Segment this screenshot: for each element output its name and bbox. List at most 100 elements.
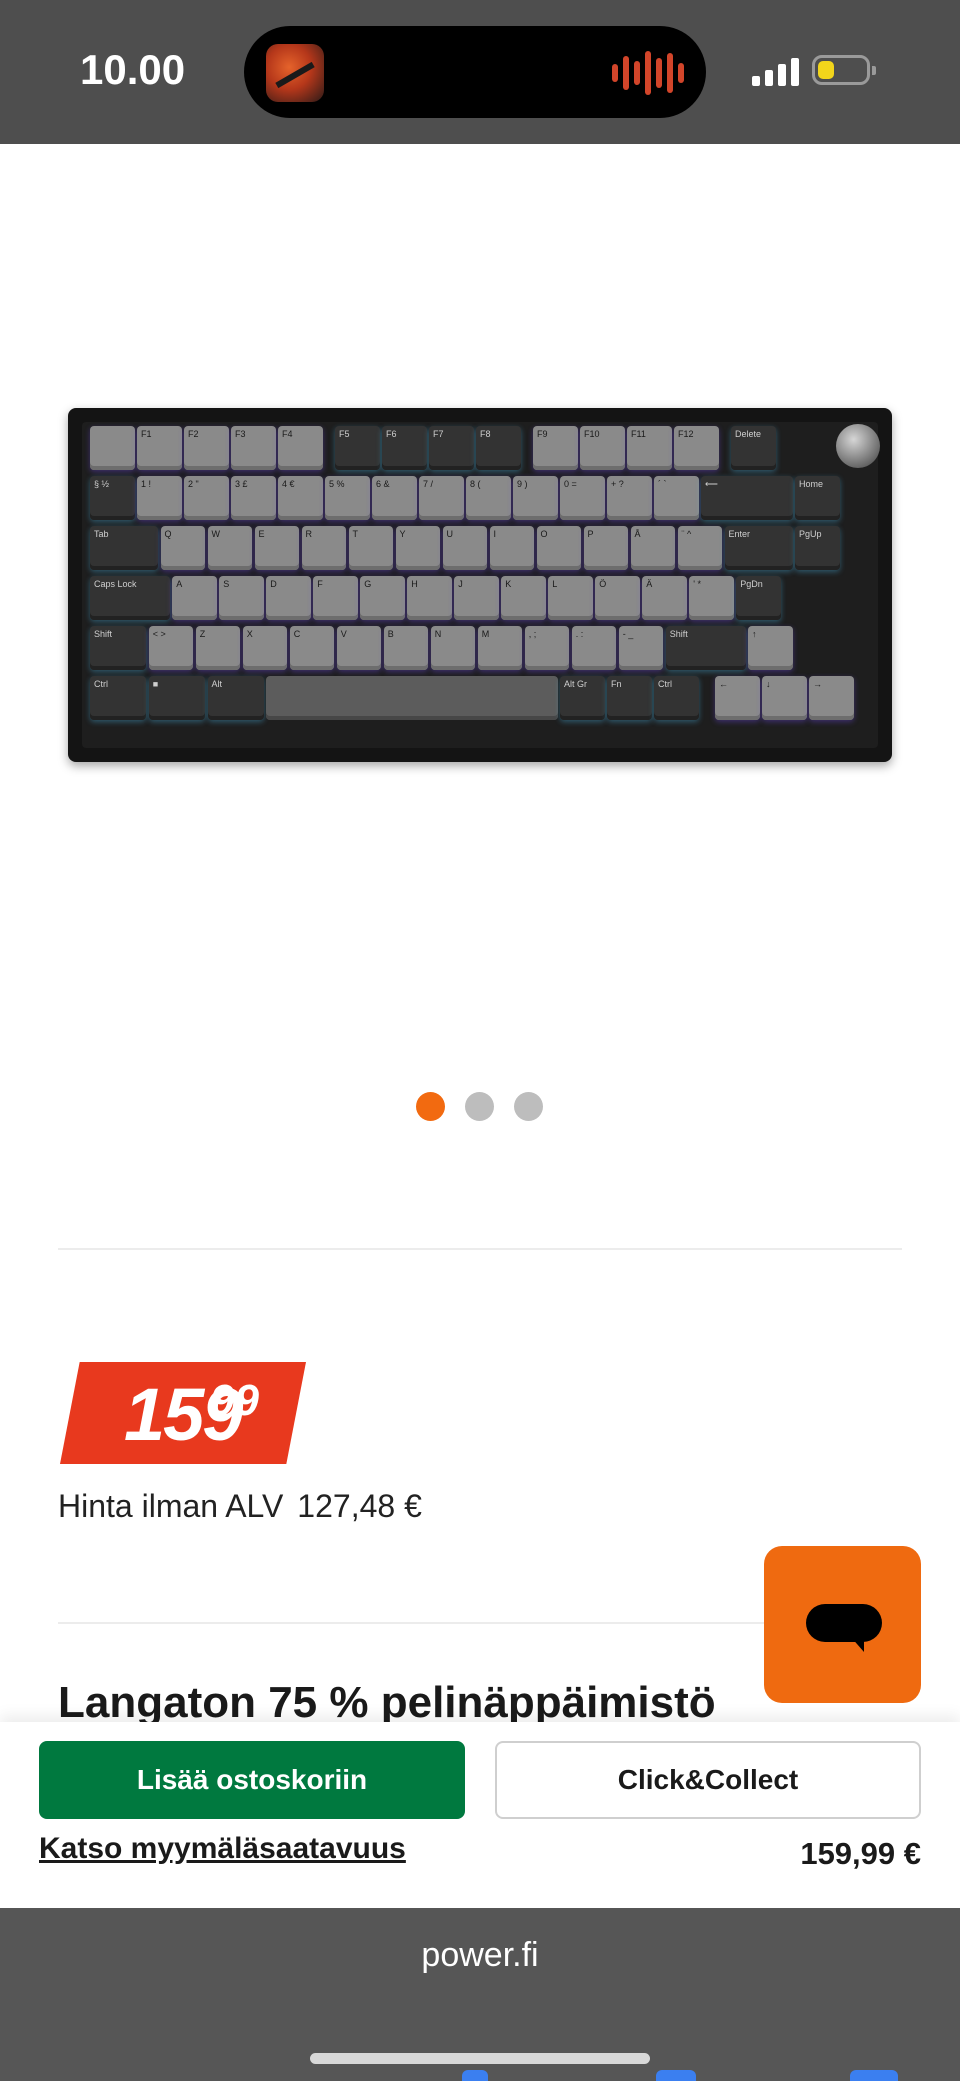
keyboard-key: Å <box>630 526 675 570</box>
keyboard-key: G <box>360 576 405 620</box>
battery-icon <box>812 55 876 85</box>
now-playing-artwork <box>266 44 324 102</box>
keyboard-key: Y <box>395 526 440 570</box>
keyboard-key: - _ <box>618 626 664 670</box>
keyboard-key: ← <box>715 676 760 720</box>
keyboard-key: § ½ <box>90 476 135 520</box>
keyboard-key: F4 <box>278 426 323 470</box>
keyboard-key: ´ ` <box>654 476 699 520</box>
keyboard-key: ■ <box>148 676 205 720</box>
keyboard-key: F10 <box>580 426 625 470</box>
keyboard-key: S <box>219 576 264 620</box>
product-image[interactable]: F1 F2 F3 F4 F5 F6 F7 F8 F9 F10 F11 F12 Delete § ½1 ! 2… <box>68 408 892 762</box>
image-carousel-dots <box>416 1092 543 1121</box>
keyboard-key: F9 <box>533 426 578 470</box>
keyboard-key: F <box>313 576 358 620</box>
keyboard-key: F8 <box>476 426 521 470</box>
keyboard-key: F11 <box>627 426 672 470</box>
keyboard-key: + ? <box>607 476 652 520</box>
keyboard-key: V <box>336 626 382 670</box>
keyboard-key: 4 € <box>278 476 323 520</box>
divider <box>58 1248 902 1250</box>
chat-bubble-tail <box>850 1636 864 1652</box>
keyboard-key: Shift <box>90 626 147 670</box>
keyboard-key: F12 <box>674 426 719 470</box>
keyboard-key: 8 ( <box>466 476 511 520</box>
keyboard-key: Ctrl <box>654 676 699 720</box>
keyboard-key: B <box>383 626 429 670</box>
click-collect-button[interactable]: Click&Collect <box>495 1741 921 1819</box>
keyboard-key <box>266 676 558 720</box>
browser-address-bar: power.fi <box>0 1908 960 2081</box>
keyboard-key: P <box>583 526 628 570</box>
keyboard-key: Tab <box>90 526 158 570</box>
sticky-purchase-panel: Lisää ostoskoriin Click&Collect Katso my… <box>0 1722 960 1908</box>
keyboard-key: O <box>536 526 581 570</box>
carousel-dot[interactable] <box>465 1092 494 1121</box>
keyboard-key: 9 ) <box>513 476 558 520</box>
keyboard-key: 7 / <box>419 476 464 520</box>
store-availability-link[interactable]: Katso myymäläsaatavuus <box>39 1832 406 1866</box>
cellular-signal-icon <box>752 56 799 86</box>
keyboard-key: J <box>454 576 499 620</box>
chat-button[interactable] <box>764 1546 921 1703</box>
keyboard-key: 1 ! <box>137 476 182 520</box>
status-time: 10.00 <box>80 46 186 93</box>
vat-label: Hinta ilman ALV <box>58 1488 284 1524</box>
vat-value: 127,48 € <box>297 1488 422 1524</box>
keyboard-key: , ; <box>524 626 570 670</box>
tabs-icon[interactable] <box>850 2070 898 2081</box>
url-text[interactable]: power.fi <box>0 1936 960 1975</box>
keyboard-key: K <box>501 576 546 620</box>
keyboard-key: T <box>348 526 393 570</box>
keyboard-key: F6 <box>382 426 427 470</box>
keyboard-key: ↓ <box>762 676 807 720</box>
keyboard-key: ⟵ <box>701 476 793 520</box>
keyboard-key: C <box>289 626 335 670</box>
dynamic-island[interactable] <box>244 26 706 118</box>
keyboard-key: Home <box>795 476 840 520</box>
keyboard-key: PgUp <box>795 526 840 570</box>
keyboard-key: Ctrl <box>90 676 147 720</box>
bookmarks-icon[interactable] <box>656 2070 696 2081</box>
keyboard-key: F1 <box>137 426 182 470</box>
carousel-dot[interactable] <box>514 1092 543 1121</box>
keyboard-key: ¨ ^ <box>677 526 722 570</box>
keyboard-key: F3 <box>231 426 276 470</box>
price-cents: 99 <box>210 1376 259 1425</box>
keyboard-key: M <box>477 626 523 670</box>
keyboard-key: I <box>489 526 534 570</box>
keyboard-key: F5 <box>335 426 380 470</box>
keyboard-key: X <box>242 626 288 670</box>
battery-level <box>818 61 834 79</box>
carousel-dot[interactable] <box>416 1092 445 1121</box>
price-tag: 159 99 <box>60 1362 306 1464</box>
keyboard-key: 6 & <box>372 476 417 520</box>
keyboard-key: F7 <box>429 426 474 470</box>
add-to-cart-button[interactable]: Lisää ostoskoriin <box>39 1741 465 1819</box>
keyboard-key: ' * <box>689 576 734 620</box>
keyboard-key: Fn <box>607 676 652 720</box>
keyboard-key: R <box>301 526 346 570</box>
keyboard-key: 0 = <box>560 476 605 520</box>
keyboard-key: Z <box>195 626 241 670</box>
share-icon[interactable] <box>462 2070 488 2081</box>
keyboard-key: Shift <box>665 626 746 670</box>
home-indicator[interactable] <box>310 2053 650 2064</box>
keyboard-key: Enter <box>724 526 793 570</box>
keyboard-key: PgDn <box>736 576 781 620</box>
keyboard-key: H <box>407 576 452 620</box>
keyboard-key: Ä <box>642 576 687 620</box>
chat-bubble-icon <box>806 1604 882 1642</box>
keyboard-key: < > <box>148 626 194 670</box>
keyboard-key: → <box>809 676 854 720</box>
keyboard-key: N <box>430 626 476 670</box>
keyboard-key: W <box>207 526 252 570</box>
keyboard-key: Caps Lock <box>90 576 170 620</box>
keyboard-key: Delete <box>731 426 776 470</box>
keyboard-key: Alt Gr <box>560 676 605 720</box>
keyboard-key: L <box>548 576 593 620</box>
keyboard-key: ↑ <box>748 626 793 670</box>
audio-waveform-icon <box>612 50 684 96</box>
keyboard-key: A <box>172 576 217 620</box>
